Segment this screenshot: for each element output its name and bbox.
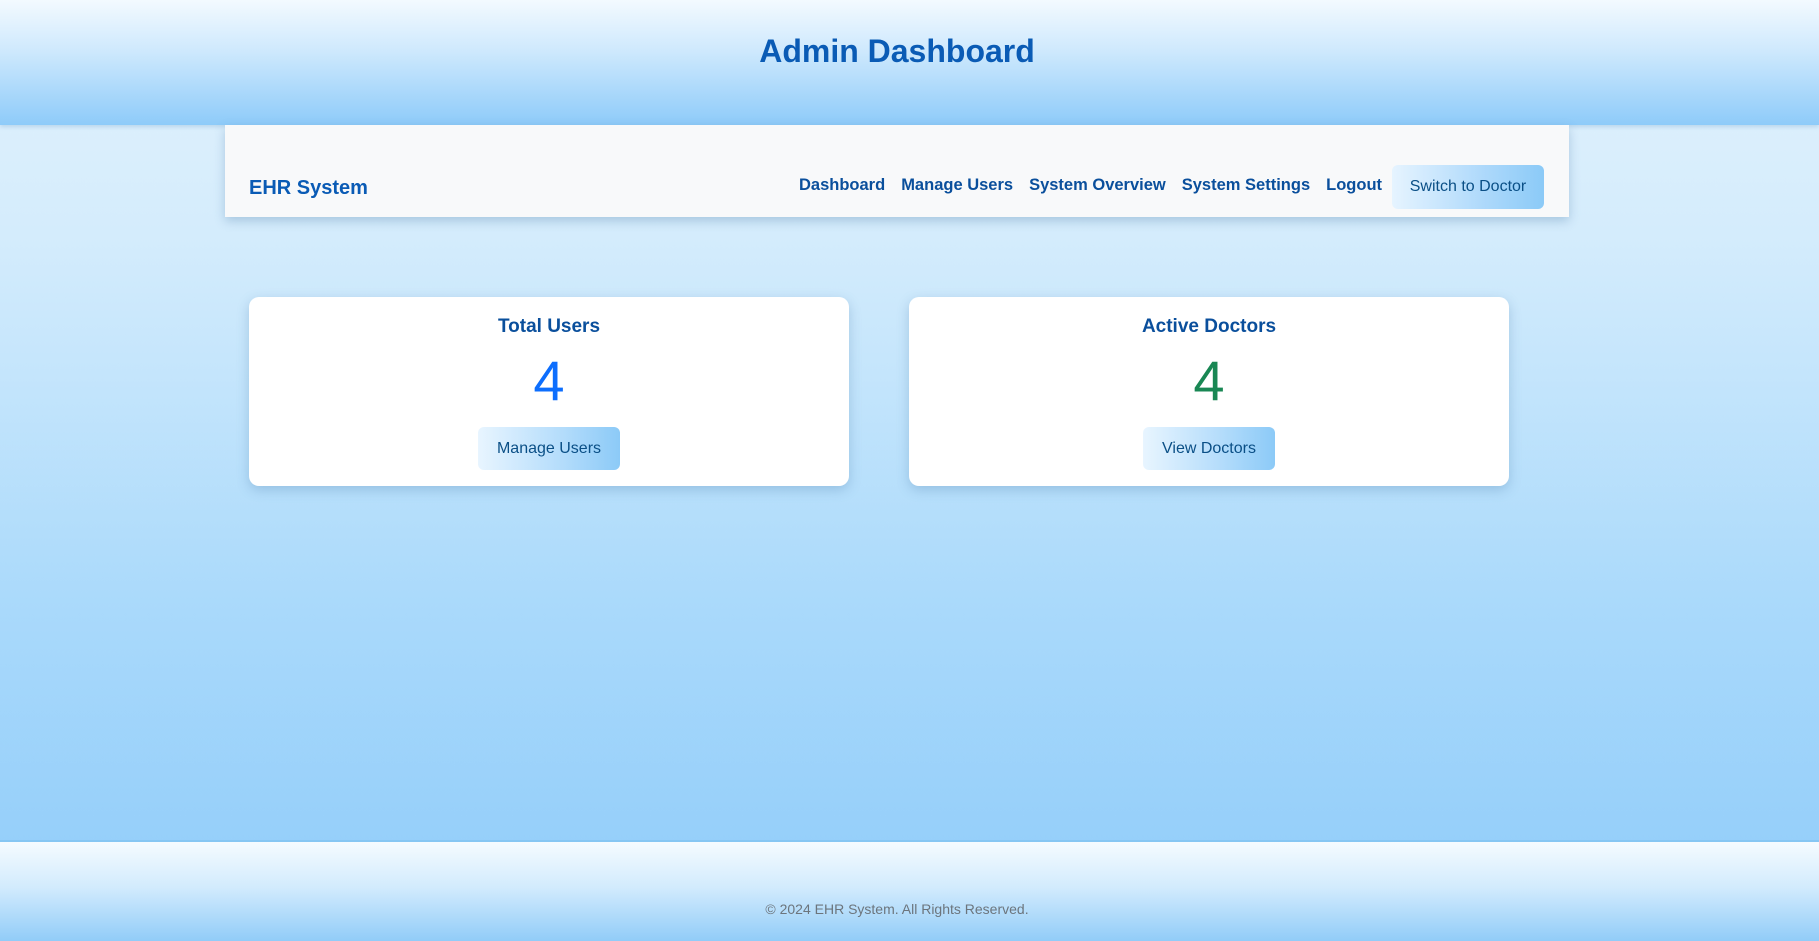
nav-link-manage-users[interactable]: Manage Users: [901, 175, 1013, 195]
active-doctors-card: Active Doctors 4 View Doctors: [909, 297, 1509, 486]
page-title: Admin Dashboard: [759, 33, 1035, 69]
nav-link-system-settings[interactable]: System Settings: [1182, 175, 1310, 195]
nav-link-system-overview[interactable]: System Overview: [1029, 175, 1166, 195]
card-title: Total Users: [497, 316, 601, 337]
nav-links: Dashboard Manage Users System Overview S…: [799, 175, 1398, 195]
total-users-card: Total Users 4 Manage Users: [249, 297, 849, 486]
switch-to-doctor-button[interactable]: Switch to Doctor: [1392, 165, 1544, 209]
brand-link[interactable]: EHR System: [249, 176, 368, 200]
manage-users-button[interactable]: Manage Users: [478, 427, 620, 470]
navbar: EHR System Dashboard Manage Users System…: [225, 125, 1569, 217]
active-doctors-count: 4: [1193, 349, 1225, 412]
view-doctors-button[interactable]: View Doctors: [1143, 427, 1275, 470]
nav-link-logout[interactable]: Logout: [1326, 175, 1382, 195]
card-title: Active Doctors: [1141, 316, 1277, 337]
nav-link-dashboard[interactable]: Dashboard: [799, 175, 885, 195]
top-header: Admin Dashboard: [0, 0, 1819, 125]
total-users-count: 4: [533, 349, 565, 412]
footer: © 2024 EHR System. All Rights Reserved.: [0, 840, 1819, 941]
footer-copyright: © 2024 EHR System. All Rights Reserved.: [765, 901, 1029, 917]
